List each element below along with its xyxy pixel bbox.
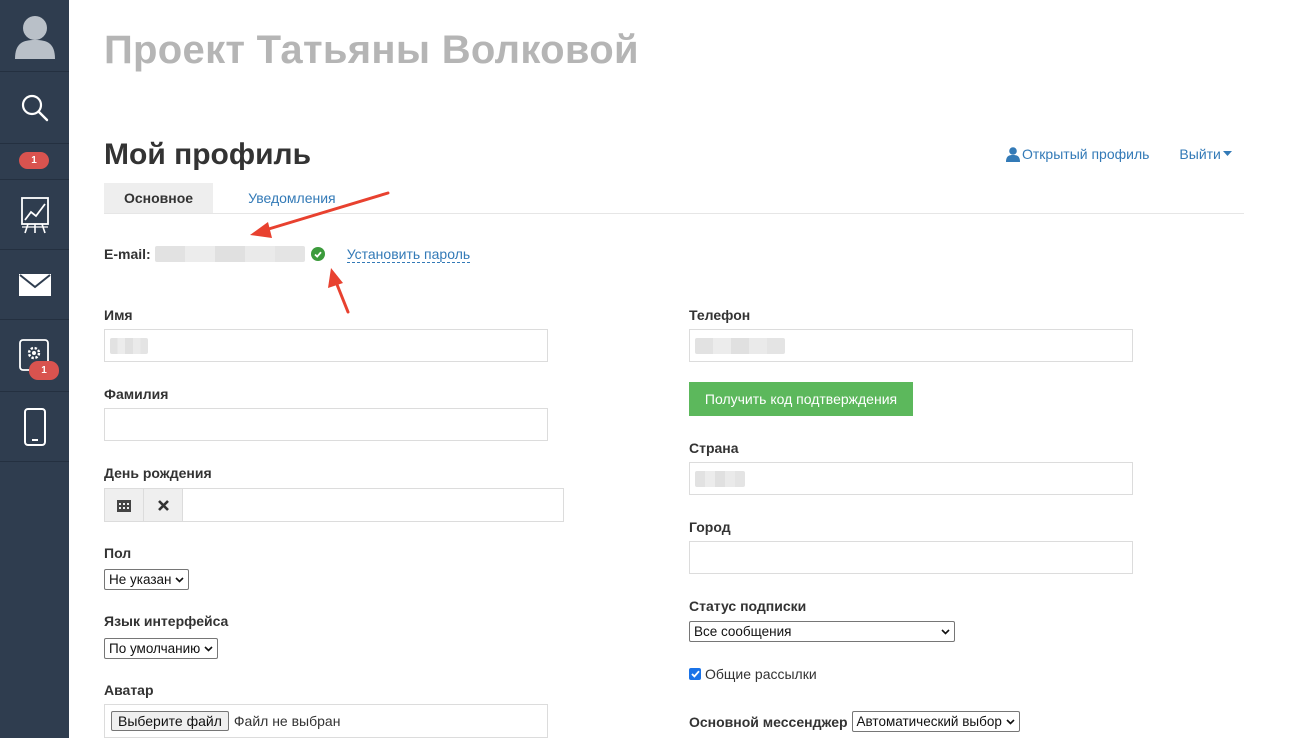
sidebar-item-profile[interactable] (0, 0, 69, 72)
sidebar-item-search[interactable] (0, 72, 69, 144)
clear-date-button[interactable] (144, 489, 183, 521)
country-label: Страна (689, 440, 739, 456)
messenger-select-value: Автоматический выбор (856, 714, 1002, 729)
avatar-label: Аватар (104, 682, 154, 698)
subscription-select[interactable]: Все сообщения (689, 621, 955, 642)
email-row: E-mail: Установить пароль (104, 244, 471, 264)
gender-select-value: Не указан (109, 572, 172, 587)
phone-label: Телефон (689, 307, 751, 323)
caret-down-icon (1222, 151, 1232, 156)
messenger-select[interactable]: Автоматический выбор (851, 711, 1020, 732)
chevron-down-icon (204, 645, 213, 652)
newsletter-label: Общие рассылки (705, 666, 817, 682)
city-label: Город (689, 519, 731, 535)
verified-check-icon (310, 247, 325, 261)
notifications-badge: 1 (19, 152, 49, 169)
language-select[interactable]: По умолчанию (104, 638, 219, 659)
file-status: Файл не выбран (233, 713, 341, 729)
subscription-label: Статус подписки (689, 598, 807, 614)
avatar-upload: Выберите файл Файл не выбран (104, 704, 548, 738)
chart-icon (20, 196, 49, 233)
birthday-input[interactable] (183, 489, 563, 521)
chevron-down-icon (941, 628, 950, 635)
checkmark-icon (690, 670, 700, 678)
mail-icon (18, 273, 51, 296)
phone-value-blurred (695, 338, 785, 354)
tab-notifications[interactable]: Уведомления (228, 183, 356, 213)
surname-label: Фамилия (104, 386, 169, 402)
annotation-arrow-to-check (328, 268, 350, 314)
set-password-link[interactable]: Установить пароль (346, 246, 471, 263)
user-icon (14, 15, 55, 59)
language-select-value: По умолчанию (109, 641, 201, 656)
tab-main[interactable]: Основное (104, 183, 214, 213)
sidebar-item-mobile[interactable] (0, 392, 69, 462)
gender-select[interactable]: Не указан (104, 569, 190, 590)
sidebar-item-settings[interactable]: 1 (0, 320, 69, 392)
calendar-button[interactable] (105, 489, 144, 521)
birthday-label: День рождения (104, 465, 212, 481)
logout-label: Выйти (1179, 146, 1221, 162)
mobile-icon (23, 407, 46, 446)
profile-tabs: Основное Уведомления (104, 183, 1244, 214)
logout-dropdown[interactable]: Выйти (1179, 146, 1232, 162)
phone-input[interactable] (689, 329, 1133, 362)
top-links: Открытый профиль Выйти (1006, 146, 1232, 162)
sidebar-item-messages[interactable] (0, 250, 69, 320)
sidebar-item-notifications[interactable]: 1 (0, 144, 69, 180)
close-icon (157, 499, 169, 511)
email-label: E-mail: (104, 246, 151, 262)
birthday-input-group (104, 488, 564, 522)
subscription-select-value: Все сообщения (694, 624, 792, 639)
newsletter-row: Общие рассылки (689, 666, 817, 682)
name-label: Имя (104, 307, 133, 323)
project-title[interactable]: Проект Татьяны Волковой (104, 28, 639, 73)
newsletter-checkbox[interactable] (689, 668, 701, 680)
open-profile-label: Открытый профиль (1022, 146, 1150, 162)
search-icon (21, 94, 48, 121)
city-input[interactable] (689, 541, 1133, 574)
messenger-row: Основной мессенджер Автоматический выбор (689, 711, 1020, 732)
gender-label: Пол (104, 545, 132, 561)
user-small-icon (1006, 146, 1020, 162)
sidebar-item-statistics[interactable] (0, 180, 69, 250)
name-input[interactable] (104, 329, 548, 362)
messenger-label: Основной мессенджер (689, 713, 848, 730)
get-code-button[interactable]: Получить код подтверждения (689, 382, 913, 416)
country-value-blurred (695, 471, 745, 487)
settings-badge: 1 (29, 361, 59, 380)
language-label: Язык интерфейса (104, 613, 229, 629)
country-input[interactable] (689, 462, 1133, 495)
email-value-blurred (154, 246, 305, 262)
chevron-down-icon (175, 576, 185, 583)
page-title: Мой профиль (104, 138, 312, 171)
sidebar: 1 1 (0, 0, 69, 738)
chevron-down-icon (1006, 718, 1015, 725)
calendar-icon (117, 499, 131, 512)
open-profile-link[interactable]: Открытый профиль (1006, 146, 1149, 162)
choose-file-button[interactable]: Выберите файл (111, 711, 229, 731)
name-value-blurred (110, 338, 148, 354)
surname-input[interactable] (104, 408, 548, 441)
